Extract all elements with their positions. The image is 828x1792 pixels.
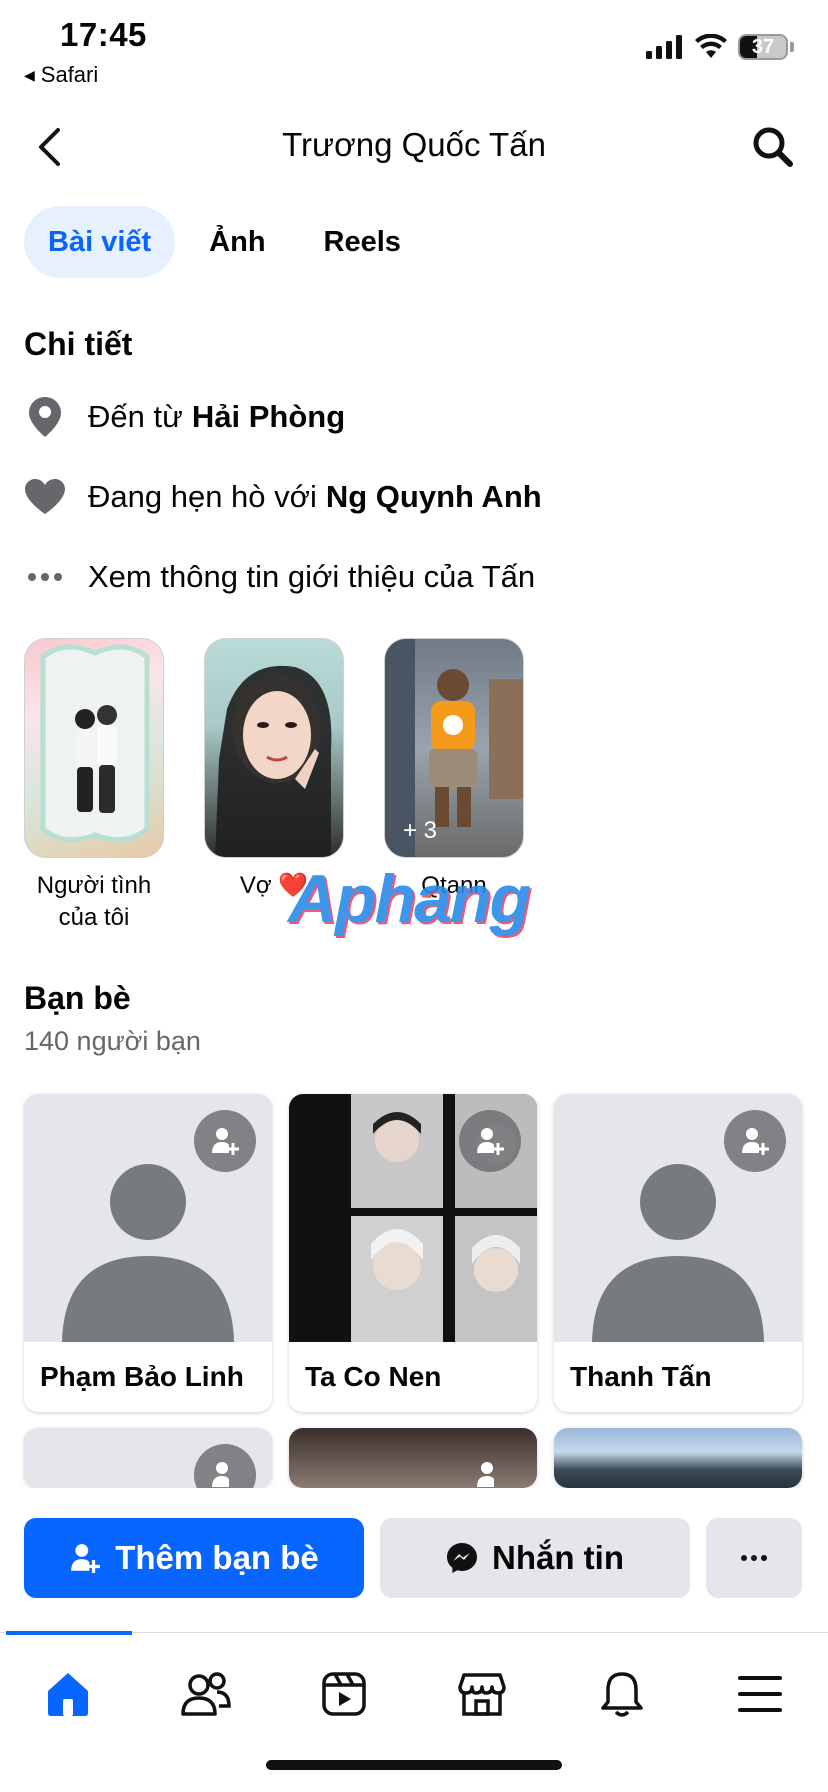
add-friend-badge[interactable]: [459, 1110, 521, 1172]
add-person-icon: [212, 1128, 239, 1155]
tab-photos[interactable]: Ảnh: [185, 206, 289, 278]
more-dots-icon: [24, 556, 66, 598]
video-icon: [322, 1672, 366, 1716]
menu-icon: [738, 1676, 782, 1712]
add-friend-badge[interactable]: [459, 1444, 521, 1488]
friend-name: Ta Co Nen: [305, 1361, 442, 1392]
nav-marketplace[interactable]: [442, 1659, 522, 1729]
message-label: Nhắn tin: [492, 1539, 624, 1576]
default-avatar: [24, 1094, 272, 1342]
add-person-icon: [477, 1128, 504, 1155]
detail-hometown: Đến từ Hải Phòng: [24, 396, 345, 438]
detail-see-about[interactable]: Xem thông tin giới thiệu của Tấn: [24, 556, 535, 598]
location-pin-icon: [24, 396, 66, 438]
add-friend-badge[interactable]: [194, 1110, 256, 1172]
back-to-app-link[interactable]: ◀ Safari: [24, 62, 98, 88]
add-person-icon: [477, 1462, 494, 1487]
friend-card[interactable]: [554, 1428, 802, 1488]
add-friend-badge[interactable]: [194, 1444, 256, 1488]
default-avatar: [554, 1094, 802, 1342]
search-button[interactable]: [748, 122, 798, 172]
highlight-extra-count: + 3: [403, 817, 438, 844]
more-options-button[interactable]: [706, 1518, 802, 1598]
add-person-icon: [212, 1462, 229, 1487]
friend-photo: [289, 1094, 537, 1342]
friend-card[interactable]: Thanh Tấn: [554, 1094, 802, 1412]
bell-icon: [601, 1672, 643, 1717]
header: Trương Quốc Tấn: [0, 110, 828, 186]
friends-icon: [181, 1672, 231, 1716]
status-icons: 37: [646, 34, 794, 60]
nav-friends[interactable]: [166, 1659, 246, 1729]
friend-card[interactable]: [24, 1428, 272, 1488]
friend-name: Phạm Bảo Linh: [40, 1361, 244, 1392]
relationship-prefix: Đang hẹn hò với: [88, 479, 317, 514]
message-button[interactable]: Nhắn tin: [380, 1518, 690, 1598]
messenger-icon: [447, 1543, 477, 1573]
profile-tabs: Bài viết Ảnh Reels: [24, 206, 425, 278]
marketplace-icon: [458, 1673, 506, 1716]
more-dots-icon: [741, 1555, 767, 1561]
battery-level: 37: [751, 35, 775, 58]
active-tab-indicator: [6, 1631, 132, 1635]
status-time: 17:45: [60, 16, 147, 53]
add-person-icon: [742, 1128, 769, 1155]
status-bar: 17:45 ◀ Safari 37: [0, 0, 828, 96]
hometown-value[interactable]: Hải Phòng: [192, 399, 345, 435]
friend-card[interactable]: [289, 1428, 537, 1488]
highlight-cover-image: + 3: [384, 638, 524, 858]
home-icon: [48, 1673, 88, 1716]
friend-card[interactable]: Ta Co Nen: [289, 1094, 537, 1412]
add-friend-badge[interactable]: [724, 1110, 786, 1172]
highlight-cover-image: [24, 638, 164, 858]
highlight-label: Người tình của tôi: [36, 872, 152, 931]
watermark-logo: Aphang: [288, 861, 531, 937]
back-app-label: Safari: [40, 62, 99, 87]
heart-icon: [24, 476, 66, 518]
nav-notifications[interactable]: [582, 1659, 662, 1729]
friend-name: Thanh Tấn: [570, 1361, 712, 1392]
nav-home[interactable]: [28, 1659, 108, 1729]
page-title: Trương Quốc Tấn: [282, 126, 546, 163]
friends-title: Bạn bè: [24, 980, 131, 1016]
detail-relationship: Đang hẹn hò với Ng Quynh Anh: [24, 476, 542, 518]
battery-tip: [790, 42, 794, 52]
friends-grid: Phạm Bảo Linh Ta Co Nen Thanh Tấn: [24, 1094, 804, 1488]
battery-icon: 37: [738, 34, 788, 60]
nav-video[interactable]: [304, 1659, 384, 1729]
add-friend-button[interactable]: Thêm bạn bè: [24, 1518, 364, 1598]
see-about-label: Xem thông tin giới thiệu của Tấn: [88, 559, 536, 594]
home-indicator: [266, 1760, 562, 1770]
friend-card[interactable]: Phạm Bảo Linh: [24, 1094, 272, 1412]
back-triangle-icon: ◀: [24, 66, 35, 83]
signal-icon: [646, 35, 682, 59]
details-title: Chi tiết: [24, 326, 133, 362]
profile-action-bar: Thêm bạn bè Nhắn tin: [0, 1488, 828, 1634]
highlight-cover-image: [204, 638, 344, 858]
tab-posts[interactable]: Bài viết: [24, 206, 176, 278]
add-person-icon: [71, 1544, 101, 1573]
tab-reels[interactable]: Reels: [300, 206, 425, 278]
hometown-prefix: Đến từ: [88, 399, 183, 434]
highlight-item[interactable]: Người tình của tôi: [24, 638, 164, 934]
search-icon: [753, 127, 793, 167]
add-friend-label: Thêm bạn bè: [115, 1539, 319, 1576]
nav-menu[interactable]: [720, 1659, 800, 1729]
partner-name[interactable]: Ng Quynh Anh: [326, 479, 542, 515]
wifi-icon: [695, 34, 727, 58]
friends-count: 140 người bạn: [24, 1026, 201, 1056]
